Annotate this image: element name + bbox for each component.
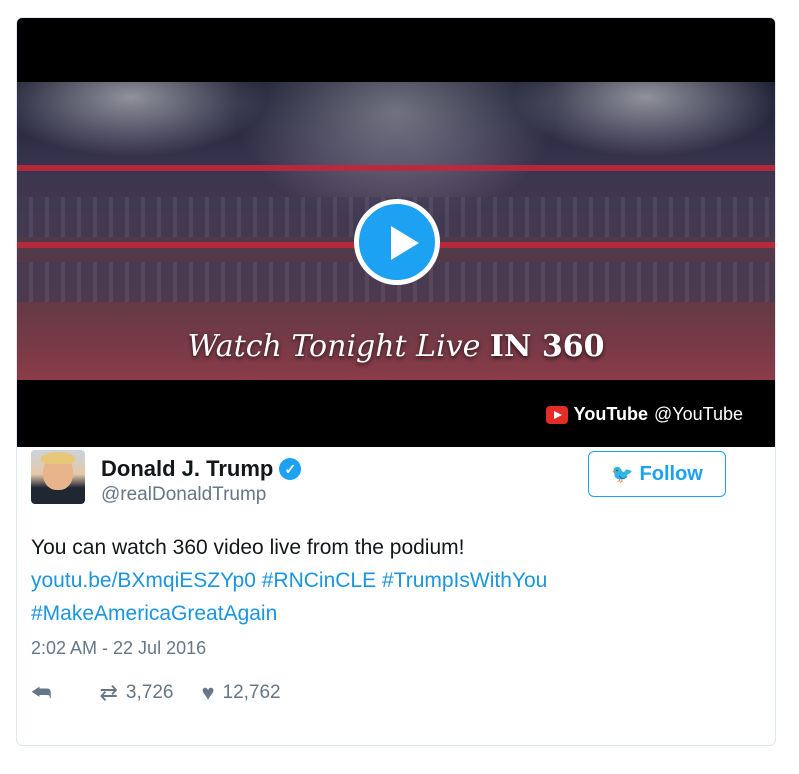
verified-badge-icon: ✓ (279, 458, 302, 480)
hashtag-rncincle[interactable]: #RNCinCLE (262, 569, 376, 592)
tweet-timestamp[interactable]: 2:02 AM - 22 Jul 2016 (31, 638, 206, 659)
video-source-name: YouTube (573, 404, 648, 424)
hashtag-trumpiswithyou[interactable]: #TrumpIsWithYou (382, 569, 547, 592)
avatar-hair (41, 452, 75, 464)
video-source[interactable]: YouTube @YouTube (545, 404, 743, 425)
tweet-link[interactable]: youtu.be/BXmqiESZYp0 (31, 569, 256, 592)
overlay-text-italic: Watch Tonight Live (187, 329, 481, 364)
like-count: 12,762 (222, 682, 281, 703)
reply-icon: ⮪ (31, 680, 52, 705)
retweet-count: 3,726 (125, 682, 174, 703)
heart-icon: ♥ (201, 680, 215, 705)
tweet-card: Watch Tonight Live IN 360 YouTube @YouTu… (16, 17, 776, 746)
overlay-text-bold: IN 360 (489, 329, 605, 364)
follow-button-label: Follow (639, 462, 703, 485)
author-handle[interactable]: @realDonaldTrump (101, 484, 266, 506)
like-button[interactable]: ♥ 12,762 (201, 680, 280, 706)
follow-button[interactable]: 🐦 Follow (588, 451, 726, 497)
retweet-icon: ⇄ (99, 680, 118, 705)
play-icon[interactable] (354, 199, 440, 285)
retweet-button[interactable]: ⇄ 3,726 (99, 680, 173, 706)
author-name[interactable]: Donald J. Trump ✓ (101, 456, 302, 482)
avatar[interactable] (31, 450, 85, 504)
hashtag-makeamericagreatagain[interactable]: #MakeAmericaGreatAgain (31, 602, 277, 625)
author-name-text: Donald J. Trump (101, 456, 274, 481)
youtube-icon (545, 405, 568, 424)
video-source-handle: @YouTube (653, 404, 743, 424)
video-overlay-title: Watch Tonight Live IN 360 (17, 329, 775, 364)
reply-button[interactable]: ⮪ (31, 680, 51, 706)
video-player[interactable]: Watch Tonight Live IN 360 YouTube @YouTu… (17, 18, 775, 447)
tweet-actions: ⮪ ⇄ 3,726 ♥ 12,762 (31, 680, 309, 706)
tweet-text-line: You can watch 360 video live from the po… (31, 536, 465, 559)
twitter-bird-icon: 🐦 (611, 463, 634, 484)
tweet-text: You can watch 360 video live from the po… (31, 531, 711, 630)
